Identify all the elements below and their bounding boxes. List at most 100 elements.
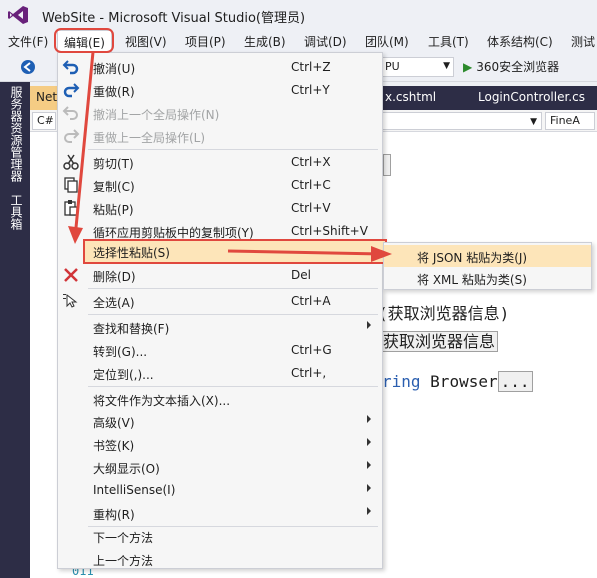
menu-item-paste-xml-as-classes[interactable]: 将 XML 粘贴为类(S) xyxy=(384,267,591,289)
menu-item-label: 查找和替换(F) xyxy=(93,322,170,336)
menu-item-shortcut: Ctrl+Y xyxy=(291,83,330,97)
menu-item-label: 高级(V) xyxy=(93,416,135,430)
menu-item-shortcut: Ctrl+C xyxy=(291,178,331,192)
run-button[interactable]: ▶ 360安全浏览器 xyxy=(463,58,559,75)
menu-item-shortcut: Ctrl+, xyxy=(291,366,327,380)
menu-item-advanced[interactable]: 高级(V) xyxy=(58,410,382,432)
menu-item-label: 书签(K) xyxy=(93,439,135,453)
redo-icon xyxy=(63,83,80,98)
menu-item-shortcut: Ctrl+V xyxy=(291,201,331,215)
submenu-arrow-icon xyxy=(367,507,371,515)
submenu-arrow-icon xyxy=(367,461,371,469)
menu-item-shortcut: Ctrl+Z xyxy=(291,60,331,74)
type-combo[interactable]: ▼ xyxy=(382,112,542,130)
menu-item-shortcut: Del xyxy=(291,268,311,282)
code-collapsed-ellipsis[interactable]: ... xyxy=(497,371,533,392)
code-fragment-box xyxy=(383,154,391,176)
code-line-signature: ring Browser... xyxy=(382,371,533,392)
project-combo-value: C# xyxy=(37,114,54,127)
menu-debug[interactable]: 调试(D) xyxy=(304,33,347,50)
menu-item-insert-file[interactable]: 将文件作为文本插入(X)... xyxy=(58,388,382,410)
chevron-down-icon: ▼ xyxy=(443,61,450,71)
menu-item-navigate-to[interactable]: 定位到(,)... Ctrl+, xyxy=(58,362,382,384)
menu-item-cut[interactable]: 剪切(T) Ctrl+X xyxy=(58,151,382,173)
submenu-arrow-icon xyxy=(367,484,371,492)
navigate-back-icon[interactable] xyxy=(20,59,36,75)
menu-item-shortcut: Ctrl+Shift+V xyxy=(291,224,368,238)
menu-item-shortcut: Ctrl+G xyxy=(291,343,332,357)
toolbox-tab[interactable]: 工具箱 xyxy=(8,194,25,230)
menu-item-paste[interactable]: 粘贴(P) Ctrl+V xyxy=(58,197,382,219)
menu-item-next-method[interactable]: 下一个方法 xyxy=(58,525,382,547)
menu-item-label: 全选(A) xyxy=(93,296,135,310)
menu-item-shortcut: Ctrl+X xyxy=(291,155,331,169)
menu-item-undo-global[interactable]: 撤消上一个全局操作(N) xyxy=(58,102,382,124)
scissors-icon xyxy=(63,154,79,170)
menu-file[interactable]: 文件(F) xyxy=(8,33,48,50)
play-icon: ▶ xyxy=(463,60,473,74)
menu-item-label: 选择性粘贴(S) xyxy=(93,246,170,260)
menu-edit[interactable]: 编辑(E) xyxy=(57,30,112,52)
paste-special-submenu: 将 JSON 粘贴为类(J) 将 XML 粘贴为类(S) xyxy=(383,242,592,290)
submenu-arrow-icon xyxy=(367,321,371,329)
submenu-arrow-icon xyxy=(367,415,371,423)
menu-item-find-replace[interactable]: 查找和替换(F) xyxy=(58,316,382,338)
delete-x-icon xyxy=(64,268,78,282)
menu-item-copy[interactable]: 复制(C) Ctrl+C xyxy=(58,174,382,196)
menu-item-outlining[interactable]: 大纲显示(O) xyxy=(58,456,382,478)
menu-item-goto[interactable]: 转到(G)... Ctrl+G xyxy=(58,339,382,361)
menu-item-label: 将 XML 粘贴为类(S) xyxy=(417,273,527,287)
doc-tab-cshtml[interactable]: x.cshtml xyxy=(385,90,436,104)
run-button-label: 360安全浏览器 xyxy=(476,60,560,74)
menu-item-label: 复制(C) xyxy=(93,180,135,194)
code-line-boxed: 获取浏览器信息 xyxy=(380,328,499,352)
visual-studio-logo-icon xyxy=(8,6,28,24)
code-keyword: ring xyxy=(382,372,421,391)
menu-build[interactable]: 生成(B) xyxy=(244,33,286,50)
menu-architecture[interactable]: 体系结构(C) xyxy=(487,33,553,50)
menu-item-shortcut: Ctrl+A xyxy=(291,294,331,308)
menu-item-label: 撤消(U) xyxy=(93,62,136,76)
menu-separator xyxy=(88,288,378,289)
menu-item-refactor[interactable]: 重构(R) xyxy=(58,502,382,524)
select-all-icon xyxy=(63,293,78,308)
window-title: WebSite - Microsoft Visual Studio(管理员) xyxy=(42,11,306,26)
menu-item-delete[interactable]: 删除(D) Del xyxy=(58,264,382,286)
menu-item-label: 剪切(T) xyxy=(93,157,134,171)
menu-item-prev-method[interactable]: 上一个方法 xyxy=(58,548,382,570)
menu-project[interactable]: 项目(P) xyxy=(185,33,226,50)
menu-view[interactable]: 视图(V) xyxy=(125,33,167,50)
doc-tab-login-controller[interactable]: LoginController.cs xyxy=(478,90,585,104)
menu-tools[interactable]: 工具(T) xyxy=(428,33,469,50)
submenu-arrow-icon xyxy=(371,248,375,256)
menu-item-label: 重做(R) xyxy=(93,85,135,99)
menu-item-intellisense[interactable]: IntelliSense(I) xyxy=(58,479,382,501)
menu-item-paste-json-as-classes[interactable]: 将 JSON 粘贴为类(J) xyxy=(384,245,591,267)
menu-item-label: 撤消上一个全局操作(N) xyxy=(93,108,220,122)
server-explorer-tab[interactable]: 服务器资源管理器 xyxy=(8,86,25,182)
menu-team[interactable]: 团队(M) xyxy=(365,33,409,50)
menu-item-bookmarks[interactable]: 书签(K) xyxy=(58,433,382,455)
member-combo[interactable]: FineA xyxy=(545,112,595,130)
platform-combo[interactable]: PU ▼ xyxy=(380,57,454,77)
menu-item-select-all[interactable]: 全选(A) Ctrl+A xyxy=(58,290,382,312)
menu-separator xyxy=(88,386,378,387)
menu-item-label: 上一个方法 xyxy=(93,554,154,568)
menu-item-paste-special[interactable]: 选择性粘贴(S) xyxy=(83,239,387,264)
menu-item-redo[interactable]: 重做(R) Ctrl+Y xyxy=(58,79,382,101)
title-bar: WebSite - Microsoft Visual Studio(管理员) xyxy=(0,0,597,30)
code-line-comment: (获取浏览器信息) xyxy=(378,304,510,323)
menu-bar: 文件(F) 编辑(E) 视图(V) 项目(P) 生成(B) 调试(D) 团队(M… xyxy=(0,30,597,52)
menu-item-label: 将文件作为文本插入(X)... xyxy=(93,394,231,408)
project-combo[interactable]: C# xyxy=(32,112,56,130)
left-tool-strip: 服务器资源管理器 工具箱 xyxy=(0,82,30,578)
menu-item-undo[interactable]: 撤消(U) Ctrl+Z xyxy=(58,56,382,78)
menu-item-label: 粘贴(P) xyxy=(93,203,134,217)
chevron-down-icon: ▼ xyxy=(530,117,537,127)
menu-item-label: 删除(D) xyxy=(93,270,136,284)
menu-item-redo-global[interactable]: 重做上一全局操作(L) xyxy=(58,125,382,147)
paste-icon xyxy=(64,200,78,216)
menu-item-label: IntelliSense(I) xyxy=(93,483,176,497)
menu-test[interactable]: 测试 xyxy=(571,33,595,50)
copy-icon xyxy=(64,177,78,193)
